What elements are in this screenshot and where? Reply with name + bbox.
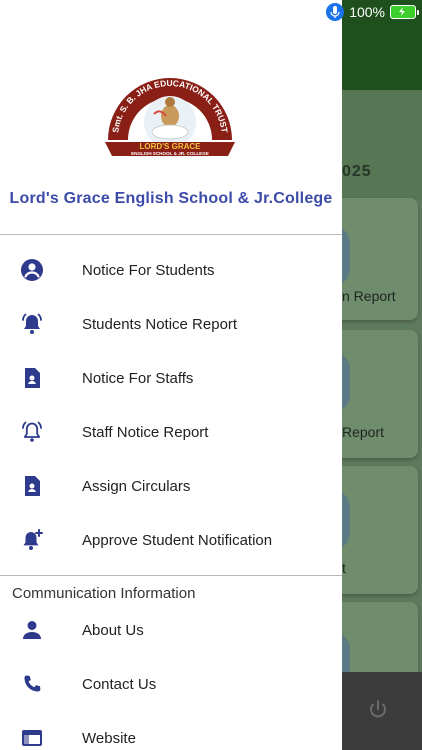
menu-item-about-us[interactable]: About Us: [0, 603, 342, 657]
school-logo: Smt. S. B. JHA EDUCATIONAL TRUST LORD'S …: [105, 78, 235, 156]
phone-icon: [24, 675, 41, 692]
svg-text:LORD'S GRACE: LORD'S GRACE: [139, 142, 201, 151]
menu-item-students-notice-report[interactable]: Students Notice Report: [0, 297, 342, 351]
battery-percent: 100%: [349, 4, 385, 20]
divider: [0, 234, 342, 235]
menu-item-label: Notice For Students: [82, 261, 215, 279]
background-year-text: 025: [342, 163, 372, 180]
bell-ring-icon: [22, 313, 42, 334]
document-person-icon: [25, 368, 40, 388]
menu-item-approve-student-notification[interactable]: Approve Student Notification: [0, 513, 342, 567]
menu-item-label: Approve Student Notification: [82, 531, 273, 549]
menu-item-label: Contact Us: [82, 675, 157, 693]
school-name-title: Lord's Grace English School & Jr.College: [9, 190, 333, 207]
navigation-drawer: Smt. S. B. JHA EDUCATIONAL TRUST LORD'S …: [0, 0, 342, 750]
battery-icon: [390, 5, 419, 19]
bell-ring-outline-icon: [22, 421, 42, 442]
divider: [0, 575, 342, 576]
menu-item-label: Students Notice Report: [82, 315, 238, 333]
document-person-icon: [25, 476, 40, 496]
menu-item-contact-us[interactable]: Contact Us: [0, 657, 342, 711]
account-circle-icon: [21, 259, 43, 281]
web-window-icon: [22, 730, 42, 746]
microphone-icon: [326, 3, 345, 21]
bell-plus-icon: [23, 529, 43, 550]
menu-item-label: Staff Notice Report: [82, 423, 209, 441]
power-icon[interactable]: [366, 698, 390, 722]
svg-text:ENGLISH SCHOOL & JR. COLLEGE: ENGLISH SCHOOL & JR. COLLEGE: [131, 151, 209, 156]
menu-item-assign-circulars[interactable]: Assign Circulars: [0, 459, 342, 513]
menu-item-notice-for-students[interactable]: Notice For Students: [0, 243, 342, 297]
menu-item-label: Website: [82, 729, 136, 747]
menu-item-label: About Us: [82, 621, 144, 639]
menu-item-website[interactable]: Website: [0, 711, 342, 750]
menu-item-notice-for-staffs[interactable]: Notice For Staffs: [0, 351, 342, 405]
section-title-communication: Communication Information: [12, 585, 196, 602]
menu-item-label: Notice For Staffs: [82, 369, 194, 387]
person-icon: [23, 621, 41, 639]
status-bar: 100%: [326, 2, 419, 22]
menu-item-label: Assign Circulars: [82, 477, 191, 495]
menu-item-staff-notice-report[interactable]: Staff Notice Report: [0, 405, 342, 459]
